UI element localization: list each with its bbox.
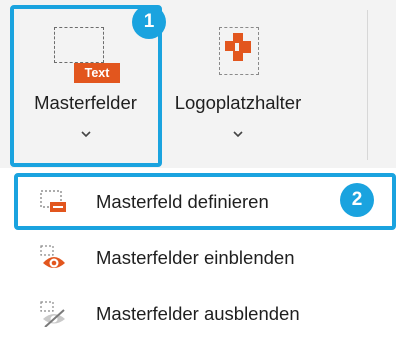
show-eye-icon bbox=[40, 245, 65, 268]
callout-highlight-2 bbox=[14, 173, 396, 230]
menu-left-margin bbox=[0, 168, 14, 345]
callout-badge-1: 1 bbox=[132, 5, 166, 39]
logo-shape-icon bbox=[225, 33, 251, 61]
menu-item-masterfelder-einblenden[interactable]: Masterfelder einblenden bbox=[14, 230, 396, 286]
menu-item-label: Masterfelder ausblenden bbox=[96, 303, 300, 324]
chevron-down-icon bbox=[233, 131, 243, 138]
menu-item-label: Masterfelder einblenden bbox=[96, 247, 295, 268]
ribbon-divider bbox=[367, 10, 368, 160]
logoplatzhalter-button[interactable]: Logoplatzhalter bbox=[163, 0, 313, 165]
hide-eye-icon bbox=[40, 301, 65, 327]
logo-placeholder-icon bbox=[219, 27, 259, 75]
menu-item-masterfelder-ausblenden[interactable]: Masterfelder ausblenden bbox=[14, 286, 396, 342]
logoplatzhalter-label: Logoplatzhalter bbox=[174, 92, 302, 113]
callout-badge-2: 2 bbox=[340, 183, 374, 217]
